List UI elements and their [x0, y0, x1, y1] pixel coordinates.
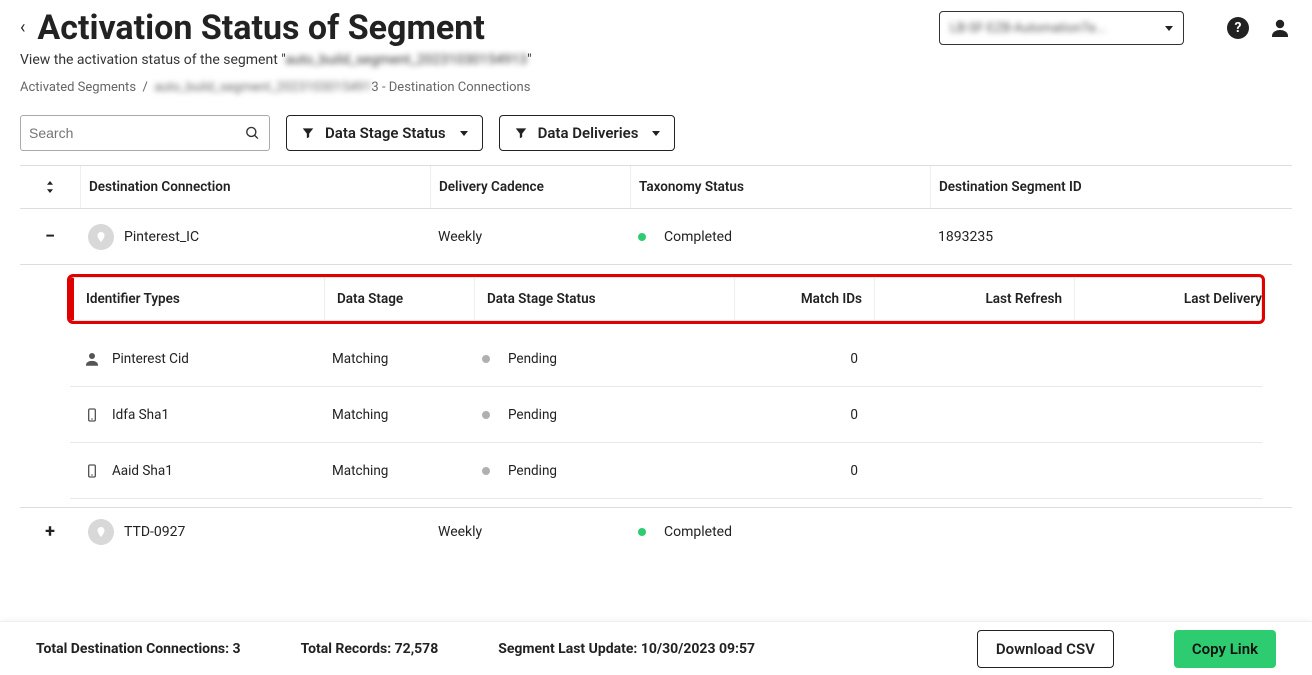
chevron-down-icon	[652, 131, 660, 136]
subtable-row: Aaid Sha1 Matching Pending 0	[70, 443, 1262, 499]
destination-segment-id	[930, 508, 1292, 556]
subcol-identifier-types[interactable]: Identifier Types	[74, 278, 324, 320]
status-dot-icon	[482, 467, 490, 475]
identifier-type: Idfa Sha1	[112, 407, 169, 423]
chevron-down-icon	[1165, 26, 1173, 31]
subcol-match-ids[interactable]: Match IDs	[734, 278, 874, 320]
phone-icon	[82, 405, 102, 425]
subtable-row: Idfa Sha1 Matching Pending 0	[70, 387, 1262, 443]
data-stage: Matching	[320, 351, 470, 367]
org-selector[interactable]: LB-SF-EZB-AutomationTe...	[939, 11, 1184, 45]
taxonomy-status: Completed	[664, 524, 732, 540]
connection-icon	[88, 224, 114, 250]
connection-name: TTD-0927	[124, 524, 185, 540]
segment-last-update: Segment Last Update: 10/30/2023 09:57	[498, 641, 755, 657]
delivery-cadence: Weekly	[430, 209, 630, 264]
table-header: Destination Connection Delivery Cadence …	[20, 165, 1292, 209]
page-title: Activation Status of Segment	[37, 8, 939, 48]
breadcrumb-activated-segments[interactable]: Activated Segments	[20, 80, 136, 95]
table-row: + TTD-0927 Weekly Completed	[20, 508, 1292, 556]
filter-icon	[514, 126, 528, 140]
back-button[interactable]: ‹	[20, 19, 25, 37]
org-name: LB-SF-EZB-AutomationTe...	[950, 21, 1106, 36]
status-dot-icon	[638, 528, 646, 536]
subcol-data-stage[interactable]: Data Stage	[324, 278, 474, 320]
subcol-data-stage-status[interactable]: Data Stage Status	[474, 278, 734, 320]
help-icon[interactable]: ?	[1226, 16, 1250, 40]
sort-column[interactable]	[20, 166, 80, 208]
collapse-button[interactable]: −	[39, 226, 61, 248]
destination-segment-id: 1893235	[930, 209, 1292, 264]
col-destination-segment-id[interactable]: Destination Segment ID	[930, 166, 1292, 208]
connection-icon	[88, 519, 114, 545]
data-stage: Matching	[320, 407, 470, 423]
search-input[interactable]	[29, 125, 244, 141]
taxonomy-status: Completed	[664, 229, 732, 245]
subcol-last-delivery[interactable]: Last Delivery	[1074, 278, 1274, 320]
expand-button[interactable]: +	[39, 521, 61, 543]
status-dot-icon	[482, 355, 490, 363]
total-records: Total Records: 72,578	[301, 641, 439, 657]
breadcrumb-segment-name: auto_build_segment_2023103015491	[154, 80, 371, 95]
data-stage-status: Pending	[508, 463, 557, 479]
data-stage-status: Pending	[508, 351, 557, 367]
subtable-header: Identifier Types Data Stage Data Stage S…	[70, 277, 1262, 321]
delivery-cadence: Weekly	[430, 508, 630, 556]
total-connections: Total Destination Connections: 3	[36, 641, 241, 657]
person-icon	[82, 349, 102, 369]
identifier-type: Pinterest Cid	[112, 351, 189, 367]
filter-icon	[301, 126, 315, 140]
match-ids: 0	[730, 351, 870, 367]
col-destination-connection[interactable]: Destination Connection	[80, 166, 430, 208]
connection-name: Pinterest_IC	[124, 229, 199, 245]
filter-data-stage-status[interactable]: Data Stage Status	[286, 115, 483, 151]
match-ids: 0	[730, 407, 870, 423]
col-taxonomy-status[interactable]: Taxonomy Status	[630, 166, 930, 208]
table-row: − Pinterest_IC Weekly Completed 1893235	[20, 209, 1292, 265]
page-subtitle: View the activation status of the segmen…	[0, 48, 1312, 76]
subtable-row: Pinterest Cid Matching Pending 0	[70, 331, 1262, 387]
chevron-down-icon	[460, 131, 468, 136]
phone-icon	[82, 461, 102, 481]
subcol-last-refresh[interactable]: Last Refresh	[874, 278, 1074, 320]
breadcrumb: Activated Segments / auto_build_segment_…	[0, 76, 1312, 115]
data-stage: Matching	[320, 463, 470, 479]
match-ids: 0	[730, 463, 870, 479]
status-dot-icon	[638, 233, 646, 241]
search-icon	[244, 124, 261, 142]
identifier-type: Aaid Sha1	[112, 463, 173, 479]
download-csv-button[interactable]: Download CSV	[977, 630, 1114, 668]
col-delivery-cadence[interactable]: Delivery Cadence	[430, 166, 630, 208]
filter-data-deliveries[interactable]: Data Deliveries	[499, 115, 676, 151]
status-dot-icon	[482, 411, 490, 419]
breadcrumb-tail: 3 - Destination Connections	[371, 80, 530, 95]
footer: Total Destination Connections: 3 Total R…	[0, 621, 1312, 675]
copy-link-button[interactable]: Copy Link	[1174, 630, 1276, 668]
search-input-wrap[interactable]	[20, 115, 270, 151]
user-icon[interactable]	[1268, 16, 1292, 40]
subtable: Identifier Types Data Stage Data Stage S…	[20, 277, 1292, 508]
data-stage-status: Pending	[508, 407, 557, 423]
